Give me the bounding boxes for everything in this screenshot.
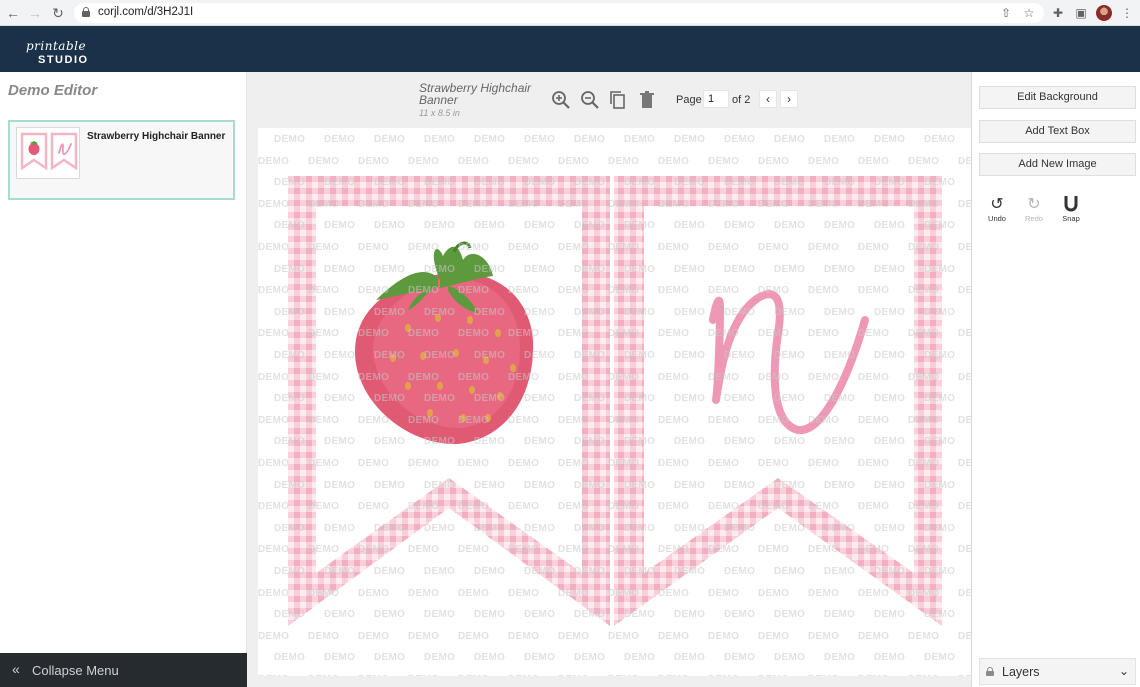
url-text[interactable]: corjl.com/d/3H2J1I [98, 6, 193, 18]
double-chevron-left-icon: « [12, 661, 20, 677]
strawberry-graphic [354, 241, 534, 445]
page-total: of 2 [732, 94, 751, 106]
previous-page-button[interactable]: ‹ [759, 90, 777, 108]
design-card-title: Strawberry Highchair Banner [87, 131, 226, 142]
redo-icon: ↻ [1027, 196, 1041, 213]
snap-button[interactable]: Snap [1057, 196, 1085, 223]
design-thumbnail[interactable] [16, 127, 80, 179]
add-text-box-button[interactable]: Add Text Box [979, 120, 1136, 143]
share-icon[interactable]: ⇧ [996, 3, 1016, 23]
snap-label: Snap [1062, 214, 1080, 223]
collapse-menu-button[interactable]: « Collapse Menu [0, 653, 247, 687]
extensions-puzzle-icon[interactable]: ✚ [1048, 3, 1068, 23]
page-label: Page [676, 94, 702, 106]
right-sidebar: Edit Background Add Text Box Add New Ima… [971, 72, 1140, 687]
trash-icon[interactable] [637, 90, 657, 110]
lock-icon [82, 7, 90, 17]
address-bar[interactable]: corjl.com/d/3H2J1I [74, 3, 1044, 23]
left-sidebar: Demo Editor Strawberry Highchair Banner … [0, 72, 247, 687]
reload-icon[interactable]: ↻ [48, 3, 68, 23]
logo-studio-text: STUDIO [38, 54, 89, 66]
app-header: printable STUDIO [0, 26, 1140, 72]
side-panel-icon[interactable]: ▣ [1071, 3, 1091, 23]
redo-label: Redo [1025, 214, 1043, 223]
collapse-menu-label: Collapse Menu [32, 663, 119, 678]
more-menu-icon[interactable]: ⋮ [1117, 3, 1137, 23]
logo-script-text: printable [26, 39, 87, 53]
banner-artwork [288, 176, 942, 626]
undo-button[interactable]: ↺ Undo [983, 196, 1011, 223]
back-arrow-icon[interactable]: ← [3, 3, 23, 23]
redo-button[interactable]: ↻ Redo [1020, 196, 1048, 223]
zoom-out-icon[interactable] [580, 90, 600, 110]
editor-title: Demo Editor [8, 82, 98, 99]
design-card[interactable]: Strawberry Highchair Banner [8, 120, 235, 200]
undo-icon: ↺ [990, 196, 1004, 213]
design-canvas[interactable]: DEMO DEMO DEMO DEMO DEMO DEMO DEMO DEMO DEMO DEMO… [258, 128, 971, 676]
add-new-image-button[interactable]: Add New Image [979, 153, 1136, 176]
duplicate-icon[interactable] [608, 90, 628, 110]
layers-label: Layers [1002, 665, 1040, 679]
zoom-in-icon[interactable] [551, 90, 571, 110]
edit-background-button[interactable]: Edit Background [979, 86, 1136, 109]
magnet-icon [1057, 196, 1085, 214]
printable-studio-logo[interactable]: printable STUDIO [26, 38, 89, 66]
undo-label: Undo [988, 214, 1006, 223]
bookmark-star-icon[interactable]: ☆ [1019, 3, 1039, 23]
layers-panel-toggle[interactable]: Layers ⌄ [979, 658, 1136, 685]
letter-n-graphic [709, 290, 869, 435]
lock-icon [986, 667, 994, 677]
browser-toolbar: ← → ↻ corjl.com/d/3H2J1I ⇧ ☆ ✚ ▣ ⋮ [0, 0, 1140, 26]
page-number-input[interactable] [703, 90, 729, 108]
document-title: Strawberry Highchair Banner [419, 81, 532, 107]
document-size: 11 x 8.5 in [419, 108, 460, 118]
forward-arrow-icon[interactable]: → [25, 3, 45, 23]
chevron-down-icon: ⌄ [1118, 664, 1129, 678]
profile-avatar[interactable] [1096, 5, 1112, 21]
next-page-button[interactable]: › [780, 90, 798, 108]
editor-workspace: Strawberry Highchair Banner 11 x 8.5 in … [247, 72, 971, 687]
